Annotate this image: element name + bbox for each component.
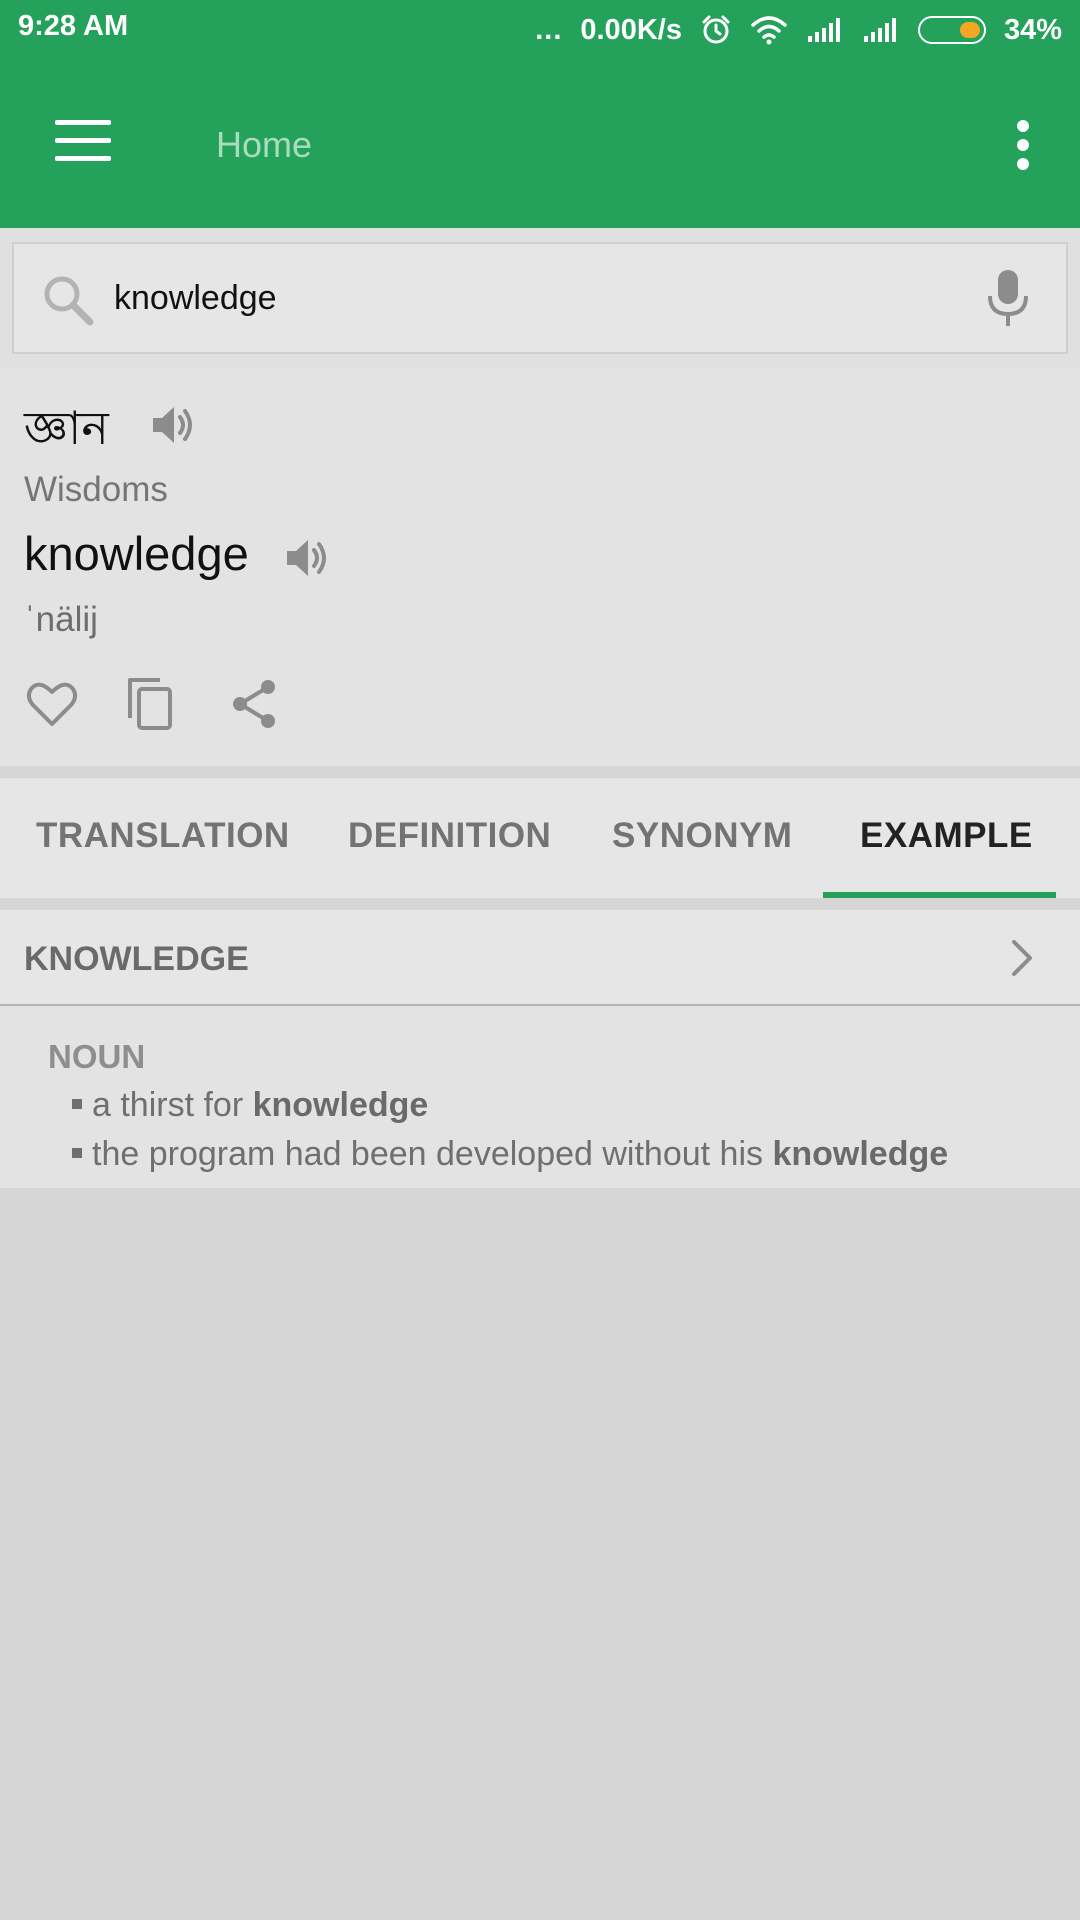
example-section-header[interactable]: KNOWLEDGE [0,910,1080,1006]
example-text: the program had been developed without h… [92,1135,773,1173]
tab-synonym[interactable]: SYNONYM [612,816,792,856]
more-vert-icon[interactable] [1008,120,1038,170]
search-area [0,228,1080,368]
bullet [72,1148,82,1159]
tab-example[interactable]: EXAMPLE [860,816,1033,856]
share-icon[interactable] [230,678,280,735]
english-word: knowledge [24,527,249,580]
word-card: জ্ঞান Wisdoms knowledge ˈnälij [0,368,1080,766]
status-time: 9:28 AM [18,10,129,42]
example-text: a thirst for [92,1086,253,1124]
chevron-right-icon[interactable] [1008,938,1036,983]
wifi-icon [750,15,788,45]
example-keyword: knowledge [252,1086,429,1124]
battery-level [959,22,980,38]
copy-icon[interactable] [126,676,178,737]
search-box[interactable] [12,242,1068,354]
alarm-icon [700,14,732,46]
part-of-speech-label: NOUN [48,1038,146,1075]
search-input[interactable] [114,272,974,324]
pronunciation: ˈnälij [24,600,98,639]
examples-list: NOUN a thirst for knowledge the program … [0,1006,1080,1188]
heart-icon[interactable] [26,680,78,733]
app-bar: Home [0,60,1080,228]
bullet [72,1099,82,1110]
network-speed: 0.00K/s [580,13,682,46]
app-title: Home [216,124,313,165]
hamburger-menu-icon[interactable] [55,120,111,162]
signal-icon [806,16,844,44]
mic-icon[interactable] [984,268,1032,335]
speaker-icon[interactable] [284,535,330,586]
divider [0,898,1080,910]
translated-word: জ্ঞান [24,402,109,454]
transliteration: Wisdoms [24,470,168,509]
example-keyword: knowledge [772,1135,949,1173]
battery-icon [917,16,986,44]
speaker-icon[interactable] [150,402,196,453]
status-icons: ... 0.00K/s 34% [535,10,1062,50]
tab-bar: TRANSLATION DEFINITION SYNONYM EXAMPLE [0,778,1080,898]
list-item: a thirst for knowledge [72,1086,428,1125]
divider [0,766,1080,778]
tab-definition[interactable]: DEFINITION [348,816,551,856]
tab-translation[interactable]: TRANSLATION [36,816,290,856]
list-item: the program had been developed without h… [72,1135,948,1174]
status-bar: 9:28 AM ... 0.00K/s 34% [0,0,1080,60]
network-dots: ... [535,13,563,46]
signal-icon-2 [862,16,900,44]
search-icon [40,272,96,333]
battery-percent: 34% [1003,13,1062,46]
section-title: KNOWLEDGE [24,940,249,978]
